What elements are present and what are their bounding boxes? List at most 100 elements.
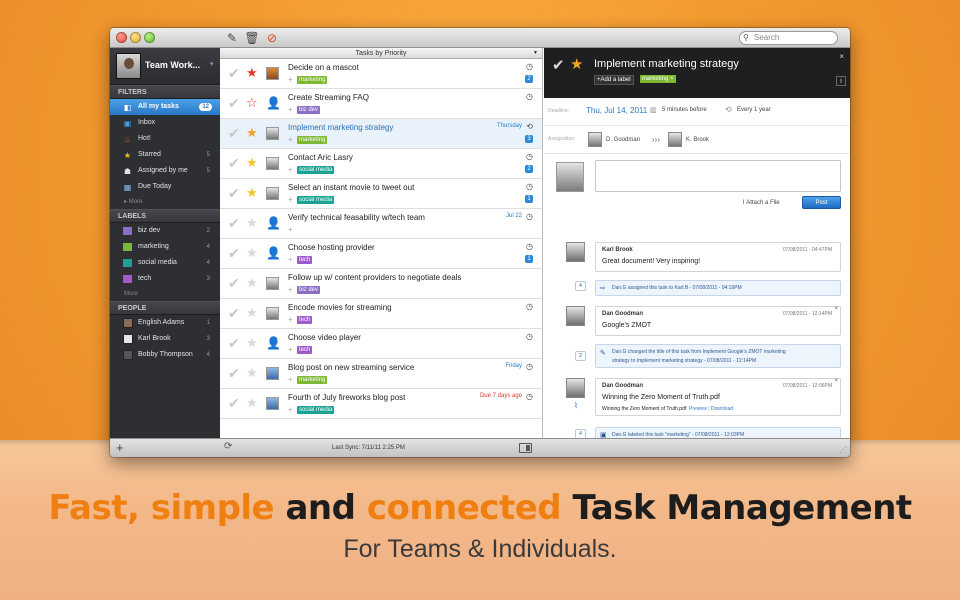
checkmark-icon[interactable]: ✔ — [228, 125, 240, 141]
search-input[interactable]: ⚲ Search — [739, 31, 838, 45]
table-row[interactable]: ✔ ★ Blog post on new streaming service +… — [220, 359, 542, 389]
checkmark-icon[interactable]: ✔ — [228, 65, 240, 81]
clock-icon[interactable]: ◷ — [526, 362, 533, 371]
labels-more-link[interactable]: More — [110, 287, 220, 301]
add-label-button[interactable]: +Add a label — [594, 75, 634, 85]
checkmark-icon[interactable]: ✔ — [228, 215, 240, 231]
table-row[interactable]: ✔ ★ Fourth of July fireworks blog post +… — [220, 389, 542, 419]
add-label-icon[interactable]: + — [288, 75, 293, 84]
clock-icon[interactable]: ◷ — [526, 92, 533, 101]
detail-tag[interactable]: marketing × — [640, 75, 676, 83]
team-selector[interactable]: Team Work... ▾ — [110, 48, 220, 85]
preview-link[interactable]: Preview — [689, 406, 707, 412]
add-label-icon[interactable]: + — [288, 195, 293, 204]
clock-icon[interactable]: ◷ — [526, 152, 533, 161]
checkmark-icon[interactable]: ✔ — [228, 305, 240, 321]
table-row[interactable]: ✔ ★ Contact Aric Lasry + social media ◷ … — [220, 149, 542, 179]
sidebar-item-english-adams[interactable]: English Adams 1 — [110, 315, 220, 331]
close-icon[interactable]: × — [834, 306, 838, 312]
add-label-icon[interactable]: + — [288, 375, 293, 384]
star-icon[interactable]: ★ — [246, 126, 258, 140]
close-icon[interactable]: × — [839, 52, 844, 61]
add-label-icon[interactable]: + — [288, 345, 293, 354]
table-row[interactable]: ✔ ★ Encode movies for streaming + tech ◷ — [220, 299, 542, 329]
table-row-selected[interactable]: ✔ ★ Implement marketing strategy + marke… — [220, 119, 542, 149]
clock-icon[interactable]: ◷ — [526, 332, 533, 341]
sort-selector[interactable]: Tasks by Priority ▾ — [220, 48, 542, 59]
star-icon[interactable]: ★ — [246, 186, 258, 200]
close-icon[interactable]: × — [834, 378, 838, 384]
star-icon[interactable]: ★ — [246, 246, 258, 260]
zoom-window-button[interactable] — [144, 32, 155, 43]
add-label-icon[interactable]: + — [288, 165, 293, 174]
comment-input[interactable] — [595, 160, 841, 192]
star-icon[interactable]: ★ — [246, 276, 258, 290]
clock-icon[interactable]: ◷ — [526, 62, 533, 71]
sidebar-item-hot[interactable]: ♨ Hot! — [110, 131, 220, 147]
sidebar-item-marketing[interactable]: marketing 4 — [110, 239, 220, 255]
star-icon[interactable]: ☆ — [246, 96, 258, 110]
toggle-detail-pane-icon[interactable] — [519, 443, 532, 453]
star-icon[interactable]: ★ — [246, 306, 258, 320]
attach-file-link[interactable]: ⌇ Attach a File — [742, 199, 780, 206]
add-label-icon[interactable]: + — [288, 405, 293, 414]
checkmark-icon[interactable]: ✔ — [228, 335, 240, 351]
detail-title[interactable]: Implement marketing strategy — [594, 58, 739, 70]
table-row[interactable]: ✔ ★ Decide on a mascot + marketing ◷ 2 — [220, 59, 542, 89]
sidebar-item-inbox[interactable]: ▣ Inbox — [110, 115, 220, 131]
sidebar-item-assigned-by-me[interactable]: ☗ Assigned by me 5 — [110, 163, 220, 179]
add-label-icon[interactable]: + — [288, 225, 293, 234]
sidebar-item-all-my-tasks[interactable]: ◧ All my tasks 12 — [110, 99, 220, 115]
download-link[interactable]: Download — [711, 406, 733, 412]
table-row[interactable]: ✔ ★ Follow up w/ content providers to ne… — [220, 269, 542, 299]
star-icon[interactable]: ★ — [246, 366, 258, 380]
sidebar-item-tech[interactable]: tech 3 — [110, 271, 220, 287]
checkmark-icon[interactable]: ✔ — [228, 395, 240, 411]
assignee-name[interactable]: K. Brook — [686, 137, 709, 143]
checkmark-icon[interactable]: ✔ — [228, 185, 240, 201]
sidebar-item-karl-brook[interactable]: Karl Brook 3 — [110, 331, 220, 347]
add-label-icon[interactable]: + — [288, 135, 293, 144]
star-icon[interactable]: ★ — [246, 216, 258, 230]
checkmark-icon[interactable]: ✔ — [228, 245, 240, 261]
resize-grip-icon[interactable]: ⋰ — [839, 445, 847, 454]
star-icon[interactable]: ★ — [246, 396, 258, 410]
star-icon[interactable]: ★ — [570, 55, 583, 73]
clock-icon[interactable]: ◷ — [526, 242, 533, 251]
table-row[interactable]: ✔ ★ 👤 Choose video player + tech ◷ — [220, 329, 542, 359]
clock-icon[interactable]: ◷ — [526, 212, 533, 221]
checkmark-icon[interactable]: ✔ — [552, 56, 565, 74]
table-row[interactable]: ✔ ★ 👤 Choose hosting provider + tech ◷ 1 — [220, 239, 542, 269]
star-icon[interactable]: ★ — [246, 156, 258, 170]
clock-icon[interactable]: ◷ — [526, 182, 533, 191]
checkmark-icon[interactable]: ✔ — [228, 275, 240, 291]
repeat-text[interactable]: Every 1 year — [737, 107, 771, 113]
sidebar-item-due-today[interactable]: ▦ Due Today — [110, 179, 220, 195]
table-row[interactable]: ✔ ★ Select an instant movie to tweet out… — [220, 179, 542, 209]
add-label-icon[interactable]: + — [288, 285, 293, 294]
add-label-icon[interactable]: + — [288, 315, 293, 324]
minimize-window-button[interactable] — [130, 32, 141, 43]
post-button[interactable]: Post — [802, 196, 841, 209]
star-icon[interactable]: ★ — [246, 336, 258, 350]
clock-icon[interactable]: ◷ — [526, 392, 533, 401]
checkmark-icon[interactable]: ✔ — [228, 95, 240, 111]
info-icon[interactable]: i — [836, 76, 846, 86]
sidebar-item-social-media[interactable]: social media 4 — [110, 255, 220, 271]
sidebar-item-bobby-thompson[interactable]: Bobby Thompson 4 — [110, 347, 220, 363]
sidebar-item-starred[interactable]: ★ Starred 5 — [110, 147, 220, 163]
add-label-icon[interactable]: + — [288, 105, 293, 114]
assigner-name[interactable]: D. Goodman — [606, 137, 640, 143]
alert-icon[interactable]: ⊘ — [264, 30, 280, 46]
checkmark-icon[interactable]: ✔ — [228, 155, 240, 171]
compose-icon[interactable]: ✎ — [224, 30, 240, 46]
repeat-icon[interactable]: ⟲ — [526, 122, 533, 131]
table-row[interactable]: ✔ ★ 👤 Verify technical feasability w/tec… — [220, 209, 542, 239]
clock-icon[interactable]: ◷ — [526, 302, 533, 311]
close-window-button[interactable] — [116, 32, 127, 43]
checkmark-icon[interactable]: ✔ — [228, 365, 240, 381]
filters-more-link[interactable]: ▸ More — [110, 195, 220, 209]
trash-icon[interactable]: 🗑 — [244, 30, 260, 46]
sidebar-item-biz-dev[interactable]: biz dev 2 — [110, 223, 220, 239]
add-label-icon[interactable]: + — [288, 255, 293, 264]
